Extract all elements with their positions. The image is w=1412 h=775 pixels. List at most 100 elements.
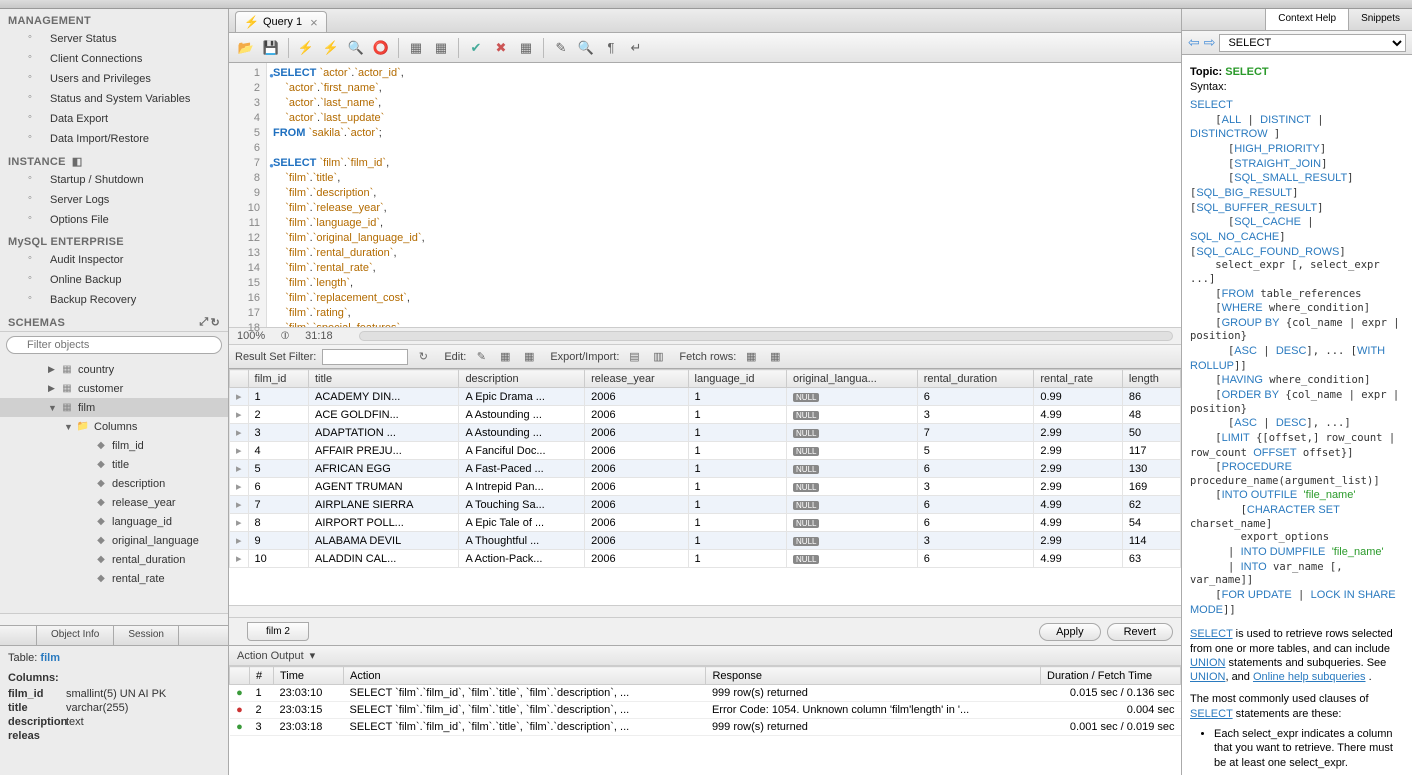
beautify-icon[interactable]: ✎ bbox=[550, 37, 572, 59]
action-row[interactable]: ●323:03:18SELECT `film`.`film_id`, `film… bbox=[230, 719, 1181, 736]
column-header[interactable]: description bbox=[459, 370, 585, 388]
action-row[interactable]: ●123:03:10SELECT `film`.`film_id`, `film… bbox=[230, 685, 1181, 702]
column-header[interactable]: rental_duration bbox=[917, 370, 1034, 388]
tree-column[interactable]: ◆rental_duration bbox=[0, 550, 228, 569]
stop-icon[interactable]: ⭕ bbox=[370, 37, 392, 59]
tree-column[interactable]: ◆release_year bbox=[0, 493, 228, 512]
help-topic-select[interactable]: SELECT bbox=[1219, 34, 1406, 52]
table-row[interactable]: ▸7AIRPLANE SIERRAA Touching Sa...20061NU… bbox=[230, 496, 1181, 514]
help-link-select[interactable]: SELECT bbox=[1190, 628, 1233, 640]
table-row[interactable]: ▸10ALADDIN CAL...A Action-Pack...20061NU… bbox=[230, 550, 1181, 568]
execute-icon[interactable]: ⚡ bbox=[295, 37, 317, 59]
table-row[interactable]: ▸6AGENT TRUMANA Intrepid Pan...20061NULL… bbox=[230, 478, 1181, 496]
action-output: Action Output▾ #TimeActionResponseDurati… bbox=[229, 645, 1181, 775]
expand-icon[interactable]: ⤢ bbox=[199, 316, 208, 329]
delete-row-icon[interactable]: ▦ bbox=[520, 348, 538, 366]
explain-icon[interactable]: 🔍 bbox=[345, 37, 367, 59]
tree-column[interactable]: ◆original_language bbox=[0, 531, 228, 550]
tab-object-info[interactable]: Object Info bbox=[36, 626, 114, 645]
find-icon[interactable]: 🔍 bbox=[575, 37, 597, 59]
add-row-icon[interactable]: ▦ bbox=[496, 348, 514, 366]
help-link-subqueries[interactable]: Online help subqueries bbox=[1253, 671, 1366, 683]
schema-filter-input[interactable] bbox=[6, 336, 222, 354]
nav-item[interactable]: ◦Backup Recovery bbox=[0, 290, 228, 310]
tree-column[interactable]: ◆description bbox=[0, 474, 228, 493]
nav-icon: ◦ bbox=[28, 131, 44, 147]
table-row[interactable]: ▸1ACADEMY DIN...A Epic Drama ...20061NUL… bbox=[230, 388, 1181, 406]
nav-item[interactable]: ◦Status and System Variables bbox=[0, 89, 228, 109]
fetch-next-icon[interactable]: ▦ bbox=[742, 348, 760, 366]
nav-item[interactable]: ◦Client Connections bbox=[0, 49, 228, 69]
edit-icon[interactable]: ✎ bbox=[472, 348, 490, 366]
nav-item[interactable]: ◦Data Export bbox=[0, 109, 228, 129]
revert-button[interactable]: Revert bbox=[1107, 623, 1173, 641]
commit-icon[interactable]: ▦ bbox=[405, 37, 427, 59]
column-header[interactable]: film_id bbox=[248, 370, 308, 388]
tab-snippets[interactable]: Snippets bbox=[1348, 9, 1412, 30]
execute-cursor-icon[interactable]: ⚡ bbox=[320, 37, 342, 59]
schema-tree[interactable]: ▶▦country▶▦customer▼▦film▼📁Columns◆film_… bbox=[0, 358, 228, 613]
query-tab[interactable]: ⚡ Query 1 × bbox=[235, 11, 327, 32]
dropdown-icon[interactable]: ▾ bbox=[310, 649, 316, 662]
nav-item[interactable]: ◦Online Backup bbox=[0, 270, 228, 290]
fetch-all-icon[interactable]: ▦ bbox=[766, 348, 784, 366]
limit-icon[interactable]: ▦ bbox=[515, 37, 537, 59]
nav-back-icon[interactable]: ⇦ bbox=[1188, 34, 1200, 51]
invisible-icon[interactable]: ↵ bbox=[625, 37, 647, 59]
nav-item[interactable]: ◦Audit Inspector bbox=[0, 250, 228, 270]
nav-icon: ◦ bbox=[28, 292, 44, 308]
wrap-icon[interactable]: ¶ bbox=[600, 37, 622, 59]
column-header[interactable]: length bbox=[1122, 370, 1180, 388]
autocommit-icon[interactable]: ✔ bbox=[465, 37, 487, 59]
nav-item[interactable]: ◦Startup / Shutdown bbox=[0, 170, 228, 190]
apply-button[interactable]: Apply bbox=[1039, 623, 1101, 641]
tree-column[interactable]: ◆language_id bbox=[0, 512, 228, 531]
table-row[interactable]: ▸5AFRICAN EGGA Fast-Paced ...20061NULL62… bbox=[230, 460, 1181, 478]
sql-editor[interactable]: 123456789101112131415161718 SELECT `acto… bbox=[229, 63, 1181, 327]
table-row[interactable]: ▸8AIRPORT POLL...A Epic Tale of ...20061… bbox=[230, 514, 1181, 532]
table-row[interactable]: ▸3ADAPTATION ...A Astounding ...20061NUL… bbox=[230, 424, 1181, 442]
result-tab[interactable]: film 2 bbox=[247, 622, 309, 641]
tree-column[interactable]: ◆film_id bbox=[0, 436, 228, 455]
nav-item[interactable]: ◦Server Status bbox=[0, 29, 228, 49]
import-icon[interactable]: ▥ bbox=[649, 348, 667, 366]
nav-icon: ◦ bbox=[28, 192, 44, 208]
action-row[interactable]: ●223:03:15SELECT `film`.`film_id`, `film… bbox=[230, 702, 1181, 719]
result-grid[interactable]: film_idtitledescriptionrelease_yearlangu… bbox=[229, 369, 1181, 605]
nav-item[interactable]: ◦Options File bbox=[0, 210, 228, 230]
tree-table[interactable]: ▶▦country bbox=[0, 360, 228, 379]
rollback-icon[interactable]: ▦ bbox=[430, 37, 452, 59]
tree-column[interactable]: ◆rental_rate bbox=[0, 569, 228, 588]
close-icon[interactable]: × bbox=[310, 15, 318, 30]
cancel-icon[interactable]: ✖ bbox=[490, 37, 512, 59]
table-row[interactable]: ▸2ACE GOLDFIN...A Astounding ...20061NUL… bbox=[230, 406, 1181, 424]
app-toolbar-strip bbox=[0, 0, 1412, 9]
column-header[interactable]: rental_rate bbox=[1034, 370, 1123, 388]
nav-item[interactable]: ◦Users and Privileges bbox=[0, 69, 228, 89]
column-header[interactable]: title bbox=[309, 370, 459, 388]
tab-session[interactable]: Session bbox=[114, 626, 179, 645]
help-link-union[interactable]: UNION bbox=[1190, 657, 1225, 669]
column-header[interactable]: language_id bbox=[688, 370, 786, 388]
column-header[interactable]: release_year bbox=[585, 370, 688, 388]
open-file-icon[interactable]: 📂 bbox=[235, 37, 257, 59]
nav-icon: ◦ bbox=[28, 212, 44, 228]
tree-columns-folder[interactable]: ▼📁Columns bbox=[0, 417, 228, 436]
export-icon[interactable]: ▤ bbox=[625, 348, 643, 366]
help-link-union2[interactable]: UNION bbox=[1190, 671, 1225, 683]
tree-column[interactable]: ◆title bbox=[0, 455, 228, 474]
save-icon[interactable]: 💾 bbox=[260, 37, 282, 59]
refresh-icon[interactable]: ↻ bbox=[210, 316, 220, 329]
column-header[interactable]: original_langua... bbox=[787, 370, 918, 388]
refresh-icon[interactable]: ↻ bbox=[414, 348, 432, 366]
tab-context-help[interactable]: Context Help bbox=[1265, 9, 1348, 30]
nav-fwd-icon[interactable]: ⇨ bbox=[1204, 34, 1216, 51]
result-filter-input[interactable] bbox=[322, 349, 408, 365]
nav-item[interactable]: ◦Data Import/Restore bbox=[0, 129, 228, 149]
tree-table[interactable]: ▶▦customer bbox=[0, 379, 228, 398]
table-row[interactable]: ▸4AFFAIR PREJU...A Fanciful Doc...20061N… bbox=[230, 442, 1181, 460]
table-row[interactable]: ▸9ALABAMA DEVILA Thoughtful ...20061NULL… bbox=[230, 532, 1181, 550]
tree-table[interactable]: ▼▦film bbox=[0, 398, 228, 417]
instance-header: INSTANCE ◧ bbox=[0, 149, 228, 170]
nav-item[interactable]: ◦Server Logs bbox=[0, 190, 228, 210]
